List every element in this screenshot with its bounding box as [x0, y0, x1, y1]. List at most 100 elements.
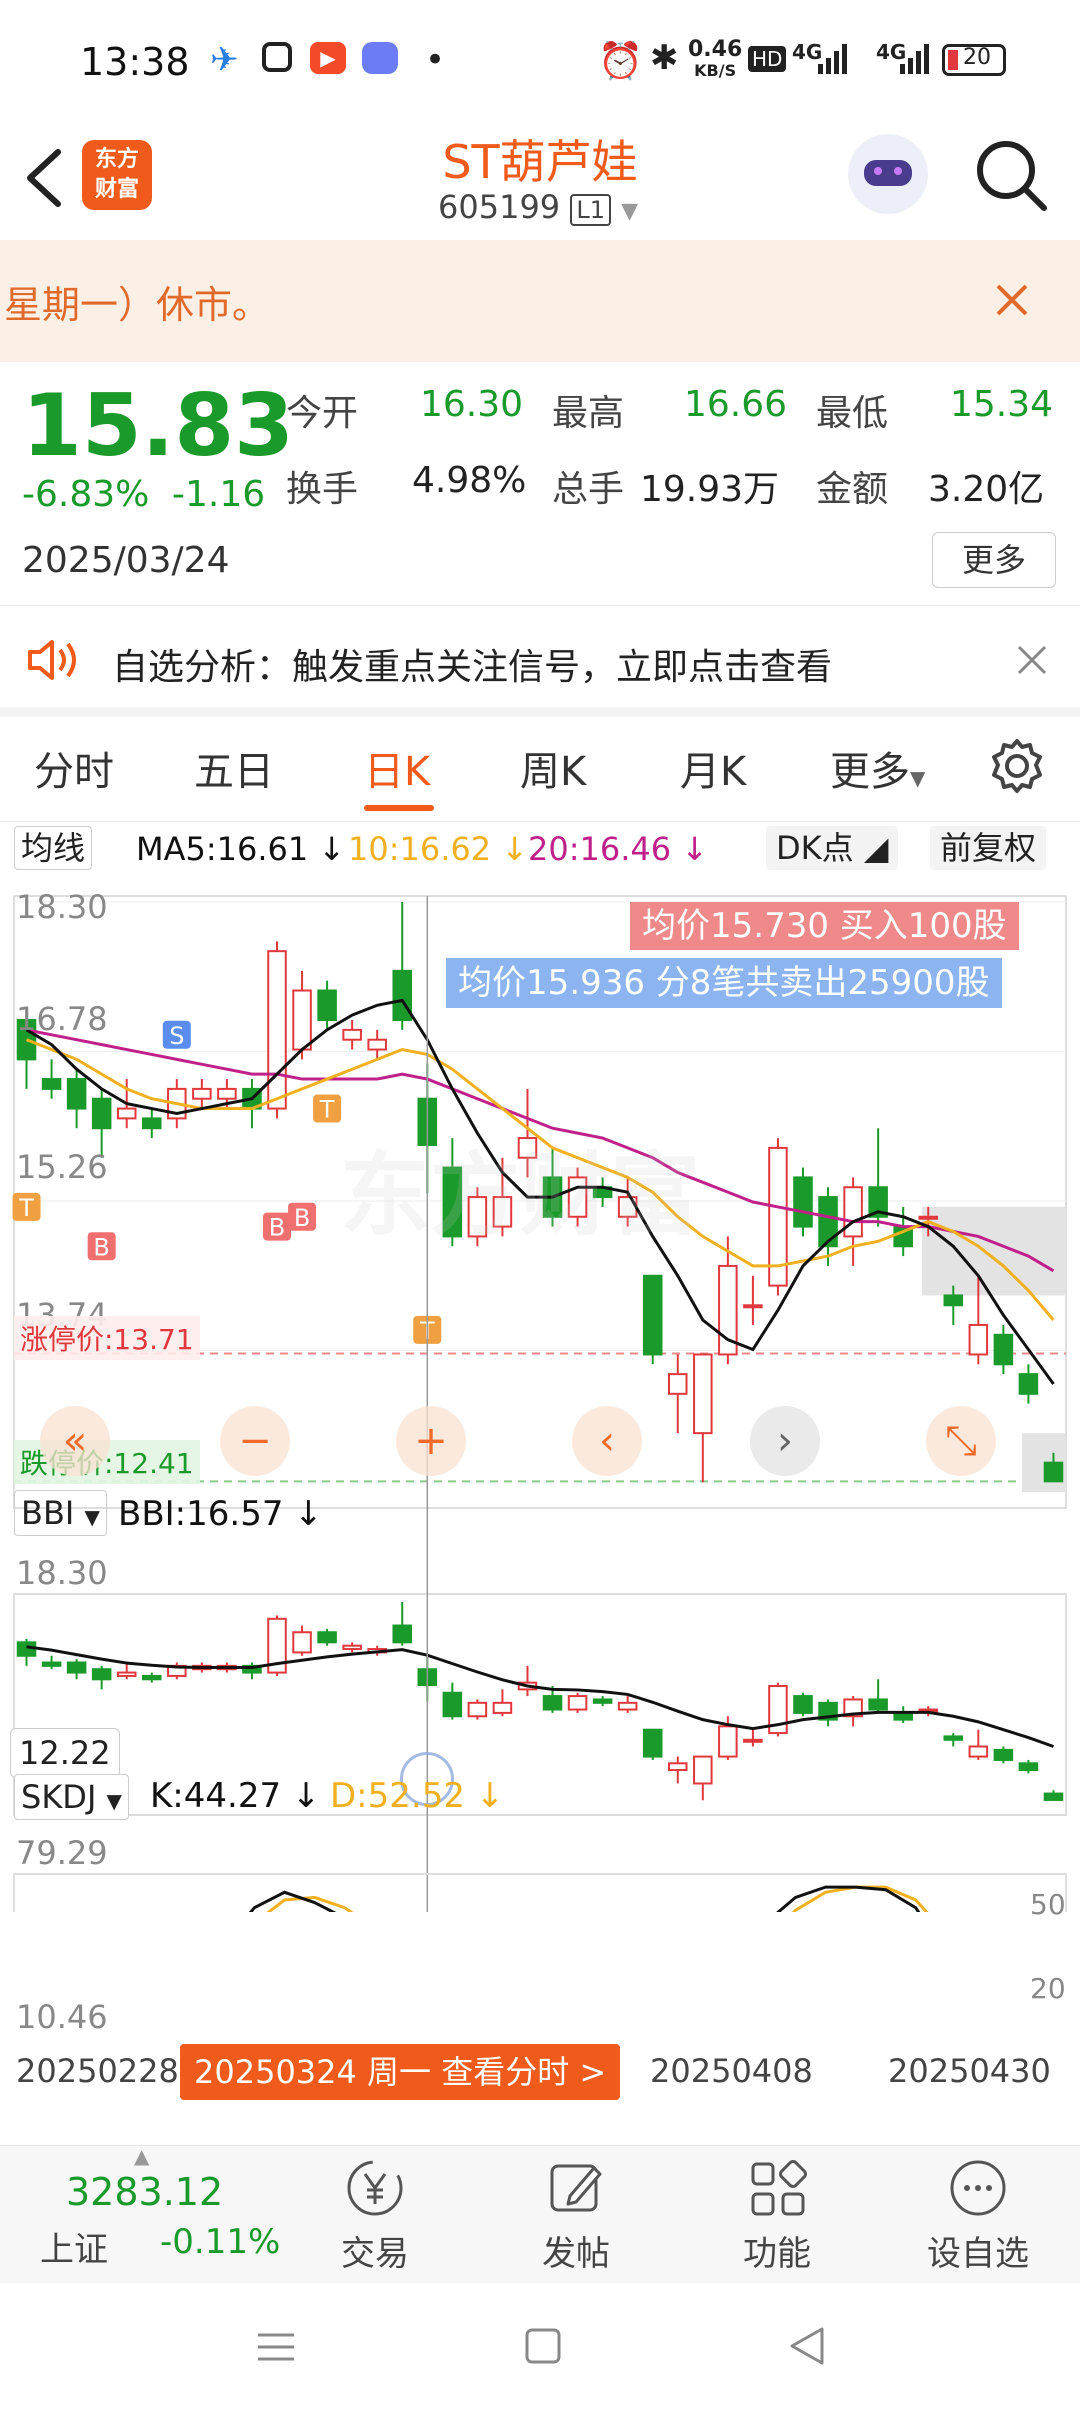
- kline-candle-26: [667, 1373, 688, 1395]
- close-icon[interactable]: [994, 282, 1030, 318]
- adjust-mode-button[interactable]: 前复权: [930, 826, 1047, 870]
- nav-add-watchlist-label: 设自选: [927, 2234, 1029, 2274]
- view-intraday-tooltip[interactable]: 20250324 周一 查看分时 >: [180, 2044, 621, 2100]
- ma20-value: 20:16.46 ↓: [528, 830, 709, 868]
- kline-candle-11: [292, 989, 312, 1051]
- ma-selector[interactable]: 均线: [14, 826, 93, 870]
- shield-app-icon: [262, 42, 292, 72]
- bbi-candle-4: [116, 1671, 137, 1677]
- bbi-candle-41: [1043, 1792, 1064, 1801]
- menu-icon[interactable]: [256, 2327, 296, 2367]
- bbi-candle-11: [292, 1631, 312, 1654]
- nav-post-label: 发帖: [542, 2234, 610, 2274]
- kline-candle-14: [367, 1038, 387, 1051]
- bbi-candle-25: [642, 1728, 663, 1758]
- nav-post[interactable]: 发帖: [496, 2156, 656, 2275]
- settings-gear-icon[interactable]: [988, 737, 1046, 795]
- bbi-candle-39: [993, 1748, 1014, 1761]
- market-notice-bar[interactable]: 星期一）休市。: [0, 240, 1080, 362]
- turnover-value: 4.98%: [412, 460, 527, 501]
- grid-icon: [751, 2160, 807, 2216]
- more-dot-icon: •: [425, 40, 446, 80]
- nav-add-watchlist[interactable]: 设自选: [898, 2156, 1058, 2275]
- bbi-candle-29: [743, 1738, 763, 1743]
- edit-icon: [550, 2164, 602, 2212]
- skdj-k-line: [248, 1885, 921, 1912]
- status-bar: 13:38 ✈ ▶ • ⏰ ✱ 0.46 KB/S HD 4G 4G 20: [0, 0, 1080, 118]
- stock-code-selector[interactable]: 605199 L1 ▼: [438, 188, 638, 226]
- tab-monthly-k[interactable]: 月K: [680, 739, 746, 797]
- status-time: 13:38: [80, 40, 190, 84]
- open-label: 今开: [286, 393, 359, 434]
- prev-button[interactable]: ‹: [572, 1406, 642, 1476]
- kline-candle-29: [743, 1304, 763, 1309]
- tab-more[interactable]: 更多▼: [830, 739, 925, 797]
- bbi-candle-1: [41, 1661, 62, 1667]
- tab-daily-k[interactable]: 日K: [364, 739, 430, 797]
- trade-marker-text-2: B: [269, 1214, 285, 1242]
- nav-trade[interactable]: 交易: [295, 2156, 455, 2275]
- buy-record-banner[interactable]: 均价15.730 买入100股: [630, 902, 1019, 950]
- bird-app-icon: ✈: [210, 40, 239, 80]
- kline-candle-5: [141, 1117, 162, 1130]
- skdj-pane-frame: [13, 1873, 1067, 1912]
- index-ticker[interactable]: ▲ 3283.12 上证 -0.11%: [0, 2144, 280, 2284]
- bbi-tick-top: 18.30: [16, 1554, 108, 1592]
- bbi-candle-37: [943, 1735, 964, 1741]
- bbi-candle-19: [492, 1701, 513, 1714]
- nav-functions[interactable]: 功能: [697, 2156, 857, 2275]
- amount-label: 金额: [816, 469, 889, 510]
- app-header: 东方财富 ST葫芦娃 605199 L1 ▼: [0, 118, 1080, 240]
- more-quote-button[interactable]: 更多: [932, 532, 1056, 588]
- zoom-out-button[interactable]: −: [220, 1406, 290, 1476]
- bbi-candle-26: [667, 1762, 688, 1772]
- notice-text: 星期一）休市。: [4, 282, 271, 327]
- watermark: 东方财富: [340, 1143, 700, 1248]
- dk-point-button[interactable]: DK点 ◢: [766, 826, 899, 870]
- bottom-navigation: ▲ 3283.12 上证 -0.11% 交易 发帖 功能 设自选: [0, 2144, 1080, 2284]
- sell-record-banner[interactable]: 均价15.936 分8笔共卖出25900股: [446, 958, 1002, 1008]
- high-label: 最高: [552, 393, 625, 434]
- kline-candle-37: [943, 1294, 964, 1307]
- close-alert-icon[interactable]: [1016, 644, 1048, 676]
- bbi-candle-27: [693, 1755, 713, 1785]
- hd-badge: HD: [748, 46, 787, 72]
- bbi-selector[interactable]: BBI ▼: [14, 1490, 107, 1536]
- change-amount: -1.16: [172, 474, 266, 515]
- alert-bar[interactable]: 自选分析：触发重点关注信号，立即点击查看: [0, 605, 1080, 717]
- kline-candle-12: [317, 989, 337, 1022]
- more-circle-icon: [950, 2160, 1006, 2216]
- video-app-icon: ▶: [310, 42, 346, 74]
- kline-candle-27: [693, 1353, 713, 1435]
- robot-assistant-icon[interactable]: [848, 134, 928, 214]
- bbi-value: BBI:16.57 ↓: [118, 1494, 323, 1534]
- limit-up-label: 涨停价:13.71: [14, 1316, 200, 1360]
- kline-candle-7: [192, 1087, 212, 1100]
- crosshair-price-label: 12.22: [10, 1728, 120, 1778]
- tab-weekly-k[interactable]: 周K: [520, 739, 586, 797]
- back-triangle-icon[interactable]: [786, 2325, 826, 2367]
- search-icon[interactable]: [974, 136, 1050, 216]
- projection-box: [922, 1206, 1066, 1296]
- alert-text: 自选分析：触发重点关注信号，立即点击查看: [112, 647, 833, 688]
- bbi-line: [26, 1645, 1054, 1748]
- skdj-selector[interactable]: SKDJ ▼: [14, 1774, 129, 1820]
- bbi-candle-35: [893, 1711, 913, 1721]
- high-value: 16.66: [684, 384, 788, 425]
- system-navigation-bar: [0, 2283, 1080, 2412]
- index-change: -0.11%: [160, 2222, 281, 2262]
- skdj-tick-top: 79.29: [16, 1834, 108, 1872]
- nav-functions-label: 功能: [743, 2234, 811, 2274]
- skdj-ref-50: 50: [1030, 1888, 1066, 1921]
- next-button[interactable]: ›: [750, 1406, 820, 1476]
- rewind-button[interactable]: «: [40, 1406, 110, 1476]
- fullscreen-button[interactable]: ⤡: [926, 1406, 996, 1476]
- tab-five-day[interactable]: 五日: [194, 739, 274, 797]
- bbi-candle-12: [317, 1631, 337, 1644]
- tab-intraday[interactable]: 分时: [34, 739, 114, 797]
- zoom-in-button[interactable]: +: [396, 1406, 466, 1476]
- kline-chart-svg[interactable]: SBB BTTT: [0, 872, 1080, 1912]
- home-icon[interactable]: [524, 2327, 562, 2365]
- trade-marker-text-4: T: [18, 1194, 34, 1222]
- bbi-candle-23: [592, 1698, 613, 1704]
